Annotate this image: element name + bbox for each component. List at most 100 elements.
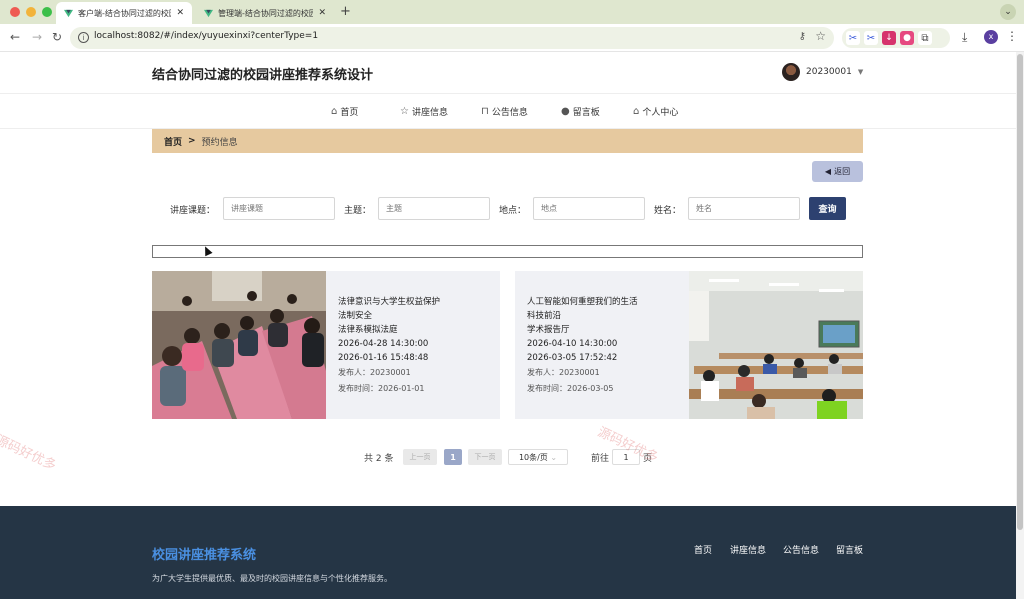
- lecture-photo: [689, 271, 863, 419]
- search-button[interactable]: 查询: [809, 197, 846, 220]
- location-label: 地点：: [499, 206, 527, 216]
- password-key-icon[interactable]: ⚷: [799, 31, 806, 42]
- extensions-group: ✂ ✂ ↓ ● ⧉: [842, 28, 950, 48]
- scrollbar-thumb[interactable]: [1017, 54, 1023, 530]
- breadcrumb-separator: >: [188, 136, 196, 146]
- card-info: 人工智能如何重塑我们的生活 科技前沿 学术报告厅 2026-04-10 14:3…: [527, 295, 638, 397]
- page-size-select[interactable]: 10条/页 ⌄: [508, 449, 568, 465]
- footer-link-notices[interactable]: 公告信息: [783, 543, 819, 556]
- back-label: 返回: [834, 167, 851, 176]
- nav-label: 公告信息: [491, 108, 528, 118]
- name-input[interactable]: [688, 197, 800, 220]
- tab-title: 客户端-结合协同过滤的校园讲座...: [78, 8, 171, 18]
- puzzle-extension-icon[interactable]: ⧉: [918, 31, 932, 45]
- card-lecture-time: 2026-04-10 14:30:00: [527, 339, 618, 349]
- footer-link-home[interactable]: 首页: [694, 543, 712, 556]
- card-topic: 法制安全: [338, 311, 373, 321]
- lecture-photo: [152, 271, 326, 419]
- forward-arrow-icon[interactable]: →: [32, 30, 42, 44]
- vue-logo-icon: [204, 9, 213, 17]
- next-page-button[interactable]: 下一页: [468, 449, 502, 465]
- nav-label: 讲座信息: [411, 108, 448, 118]
- nav-item-home[interactable]: ⌂ 首页: [331, 105, 358, 118]
- footer-link-messages[interactable]: 留言板: [836, 543, 863, 556]
- breadcrumb-current: 预约信息: [201, 137, 238, 148]
- nav-item-profile[interactable]: ⌂ 个人中心: [633, 105, 678, 118]
- address-bar-row: ← → ↻ i localhost:8082/#/index/yuyuexinx…: [0, 24, 1024, 52]
- profile-avatar[interactable]: x: [984, 30, 998, 44]
- booking-card[interactable]: 法律意识与大学生权益保护 法制安全 法律系模拟法庭 2026-04-28 14:…: [152, 271, 500, 419]
- location-input[interactable]: [533, 197, 645, 220]
- minimize-window-button[interactable]: [26, 7, 36, 17]
- footer-description: 为广大学生提供最优质、最及时的校园讲座信息与个性化推荐服务。: [152, 574, 392, 583]
- site-header: 结合协同过滤的校园讲座推荐系统设计 20230001 ▼: [0, 52, 1016, 94]
- card-place: 学术报告厅: [527, 325, 570, 335]
- close-tab-icon[interactable]: ✕: [176, 8, 184, 18]
- info-icon: ●: [561, 106, 570, 117]
- browser-menu-icon[interactable]: ⋮: [1006, 29, 1018, 43]
- close-window-button[interactable]: [10, 7, 20, 17]
- name-label: 姓名：: [654, 206, 682, 216]
- card-booking-time: 2026-01-16 15:48:48: [338, 353, 429, 363]
- new-tab-icon[interactable]: +: [340, 4, 351, 19]
- nav-item-lectures[interactable]: ☆ 讲座信息: [400, 105, 448, 118]
- nav-label: 首页: [340, 108, 359, 118]
- theme-input[interactable]: [378, 197, 490, 220]
- download-extension-icon[interactable]: ↓: [882, 31, 896, 45]
- browser-tab-admin[interactable]: 管理端-结合协同过滤的校园讲座... ✕: [196, 2, 334, 24]
- lecture-topic-label: 讲座课题：: [170, 206, 216, 216]
- nav-item-messages[interactable]: ● 留言板: [561, 105, 600, 118]
- site-info-icon[interactable]: i: [78, 32, 89, 43]
- card-publisher: 发布人：20230001: [338, 368, 411, 377]
- user-menu[interactable]: 20230001 ▼: [782, 63, 863, 81]
- lecture-topic-input[interactable]: [223, 197, 335, 220]
- star-icon: ☆: [400, 106, 409, 117]
- card-publisher: 发布人：20230001: [527, 368, 600, 377]
- cut-extension-icon[interactable]: ✂: [864, 31, 878, 45]
- username: 20230001: [806, 67, 852, 77]
- chevron-down-icon: ▼: [857, 68, 864, 76]
- page-scrollbar[interactable]: [1016, 52, 1024, 599]
- card-topic: 科技前沿: [527, 311, 562, 321]
- main-nav: ⌂ 首页 ☆ 讲座信息 ⊓ 公告信息 ● 留言板 ⌂ 个人中心: [0, 95, 1016, 129]
- reload-icon[interactable]: ↻: [52, 30, 62, 44]
- bookmark-star-icon[interactable]: ☆: [815, 29, 826, 43]
- footer-link-lectures[interactable]: 讲座信息: [730, 543, 766, 556]
- nav-item-notices[interactable]: ⊓ 公告信息: [481, 105, 528, 118]
- tab-title: 管理端-结合协同过滤的校园讲座...: [218, 8, 314, 18]
- url-text: localhost:8082/#/index/yuyuexinxi?center…: [94, 31, 319, 41]
- total-count: 共 2 条: [364, 454, 394, 464]
- back-button[interactable]: ◀ 返回: [812, 161, 863, 182]
- card-info: 法律意识与大学生权益保护 法制安全 法律系模拟法庭 2026-04-28 14:…: [338, 295, 440, 397]
- close-tab-icon[interactable]: ✕: [318, 8, 326, 18]
- prev-page-button[interactable]: 上一页: [403, 449, 437, 465]
- browser-tab-client[interactable]: 客户端-结合协同过滤的校园讲座... ✕: [56, 2, 192, 24]
- scissors-extension-icon[interactable]: ✂: [846, 31, 860, 45]
- theme-label: 主题：: [344, 206, 372, 216]
- vue-logo-icon: [64, 9, 73, 17]
- page-number-1[interactable]: 1: [444, 449, 462, 465]
- site-footer: 校园讲座推荐系统 为广大学生提供最优质、最及时的校园讲座信息与个性化推荐服务。 …: [0, 506, 1016, 599]
- card-publish-date: 发布时间：2026-01-01: [338, 384, 425, 393]
- window-controls: [10, 7, 52, 17]
- back-arrow-icon[interactable]: ←: [10, 30, 20, 44]
- browser-tab-bar: 客户端-结合协同过滤的校园讲座... ✕ 管理端-结合协同过滤的校园讲座... …: [0, 0, 1024, 24]
- footer-title: 校园讲座推荐系统: [152, 548, 257, 563]
- url-field[interactable]: i localhost:8082/#/index/yuyuexinxi?cent…: [70, 27, 834, 49]
- breadcrumb-home[interactable]: 首页: [164, 135, 182, 148]
- search-form: 讲座课题： 主题： 地点： 姓名： 查询: [170, 197, 870, 221]
- card-title: 法律意识与大学生权益保护: [338, 297, 441, 307]
- home-icon: ⌂: [331, 106, 338, 117]
- agent-extension-icon[interactable]: ●: [900, 31, 914, 45]
- tab-list-chevron-icon[interactable]: ⌄: [1000, 4, 1016, 20]
- nav-label: 个人中心: [642, 108, 679, 118]
- downloads-icon[interactable]: ⤓: [962, 30, 967, 45]
- booking-card[interactable]: 人工智能如何重塑我们的生活 科技前沿 学术报告厅 2026-04-10 14:3…: [515, 271, 863, 419]
- breadcrumb: 首页 > 预约信息: [152, 129, 863, 153]
- chevron-down-icon: ⌄: [550, 452, 558, 462]
- maximize-window-button[interactable]: [42, 7, 52, 17]
- card-title: 人工智能如何重塑我们的生活: [527, 297, 638, 307]
- goto-label: 前往: [591, 454, 610, 464]
- caret-left-icon: ◀: [824, 167, 832, 176]
- card-lecture-time: 2026-04-28 14:30:00: [338, 339, 429, 349]
